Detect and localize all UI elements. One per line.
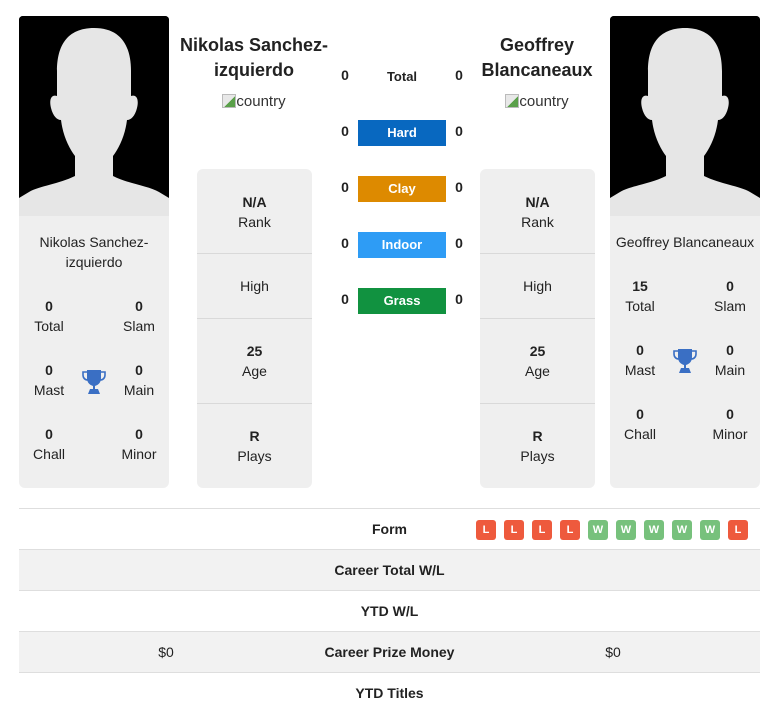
player1-stat-slam: 0 Slam: [123, 298, 155, 334]
player2-stat-main: 0 Main: [714, 342, 746, 378]
player1-card: Nikolas Sanchez- izquierdo 0 Total 0 Slam …: [19, 216, 169, 488]
surface-hard-badge: Hard: [358, 120, 446, 146]
player1-stat-mast: 0 Mast: [33, 362, 65, 398]
player1-stat-chall: 0 Chall: [33, 426, 65, 462]
form-row: Form LLLLWWWWWL: [19, 508, 760, 549]
player1-rank: N/A Rank: [238, 194, 271, 230]
career-total-wl-row: Career Total W/L: [19, 549, 760, 590]
trophy-icon: [672, 347, 698, 375]
player1-age: 25 Age: [242, 343, 267, 379]
surface-grass-badge: Grass: [358, 288, 446, 314]
form-badge-win[interactable]: W: [700, 520, 720, 540]
career-prize-money-row: $0 Career Prize Money $0: [19, 631, 760, 672]
h2h-clay-p2: 0: [455, 179, 463, 195]
player2-photo: [610, 16, 760, 216]
player2-info-box: N/A Rank High 25 Age R Plays: [480, 169, 595, 488]
form-badge-win[interactable]: W: [616, 520, 636, 540]
player2-rank: N/A Rank: [521, 194, 554, 230]
player2-country-flag: country: [457, 93, 617, 110]
player1-plays: R Plays: [237, 428, 272, 464]
divider: [480, 403, 595, 404]
player1-high: High: [240, 278, 269, 294]
player-silhouette-icon: [610, 16, 760, 216]
h2h-indoor-p1: 0: [341, 235, 349, 251]
player1-country-flag: country: [174, 93, 334, 110]
surface-indoor-badge: Indoor: [358, 232, 446, 258]
ytd-wl-row: YTD W/L: [19, 590, 760, 631]
form-badge-loss[interactable]: L: [504, 520, 524, 540]
h2h-clay-p1: 0: [341, 179, 349, 195]
form-badge-loss[interactable]: L: [532, 520, 552, 540]
h2h-hard-p2: 0: [455, 123, 463, 139]
divider: [197, 403, 312, 404]
player2-stat-mast: 0 Mast: [624, 342, 656, 378]
surface-clay-badge: Clay: [358, 176, 446, 202]
player2-stat-slam: 0 Slam: [714, 278, 746, 314]
broken-image-icon: [222, 94, 237, 108]
player2-card-name: Geoffrey Blancaneaux: [615, 234, 755, 250]
form-badge-loss[interactable]: L: [728, 520, 748, 540]
career-prize-money-p2: $0: [605, 644, 621, 660]
form-badge-win[interactable]: W: [644, 520, 664, 540]
player1-name-heading[interactable]: Nikolas Sanchez- izquierdo: [174, 33, 334, 83]
player2-stat-minor: 0 Minor: [712, 406, 748, 442]
player-silhouette-icon: [19, 16, 169, 216]
player1-stat-total: 0 Total: [34, 298, 64, 334]
player1-photo: [19, 16, 169, 216]
h2h-grass-p1: 0: [341, 291, 349, 307]
form-badge-win[interactable]: W: [672, 520, 692, 540]
h2h-total-label: Total: [386, 69, 418, 84]
divider: [480, 318, 595, 319]
h2h-total-p1: 0: [341, 67, 349, 83]
broken-image-icon: [505, 94, 520, 108]
ytd-wl-label: YTD W/L: [360, 603, 419, 619]
trophy-icon: [81, 368, 107, 396]
form-badge-loss[interactable]: L: [476, 520, 496, 540]
form-badge-loss[interactable]: L: [560, 520, 580, 540]
player2-plays: R Plays: [520, 428, 555, 464]
ytd-titles-label: YTD Titles: [355, 685, 424, 701]
player2-stat-total: 15 Total: [625, 278, 655, 314]
career-total-wl-label: Career Total W/L: [334, 562, 445, 578]
player1-stat-minor: 0 Minor: [121, 426, 157, 462]
h2h-hard-p1: 0: [341, 123, 349, 139]
divider: [197, 318, 312, 319]
player1-stat-main: 0 Main: [123, 362, 155, 398]
h2h-grass-p2: 0: [455, 291, 463, 307]
player2-stat-chall: 0 Chall: [624, 406, 656, 442]
player1-info-box: N/A Rank High 25 Age R Plays: [197, 169, 312, 488]
divider: [197, 253, 312, 254]
divider: [480, 253, 595, 254]
player2-high: High: [523, 278, 552, 294]
player2-age: 25 Age: [525, 343, 550, 379]
player2-name-heading[interactable]: Geoffrey Blancaneaux: [457, 33, 617, 83]
player2-card: Geoffrey Blancaneaux 15 Total 0 Slam 0 Mast…: [610, 216, 760, 488]
ytd-titles-row: YTD Titles: [19, 672, 760, 713]
form-badges: LLLLWWWWWL: [476, 520, 748, 540]
player1-card-name: Nikolas Sanchez- izquierdo: [39, 234, 149, 270]
h2h-indoor-p2: 0: [455, 235, 463, 251]
form-badge-win[interactable]: W: [588, 520, 608, 540]
